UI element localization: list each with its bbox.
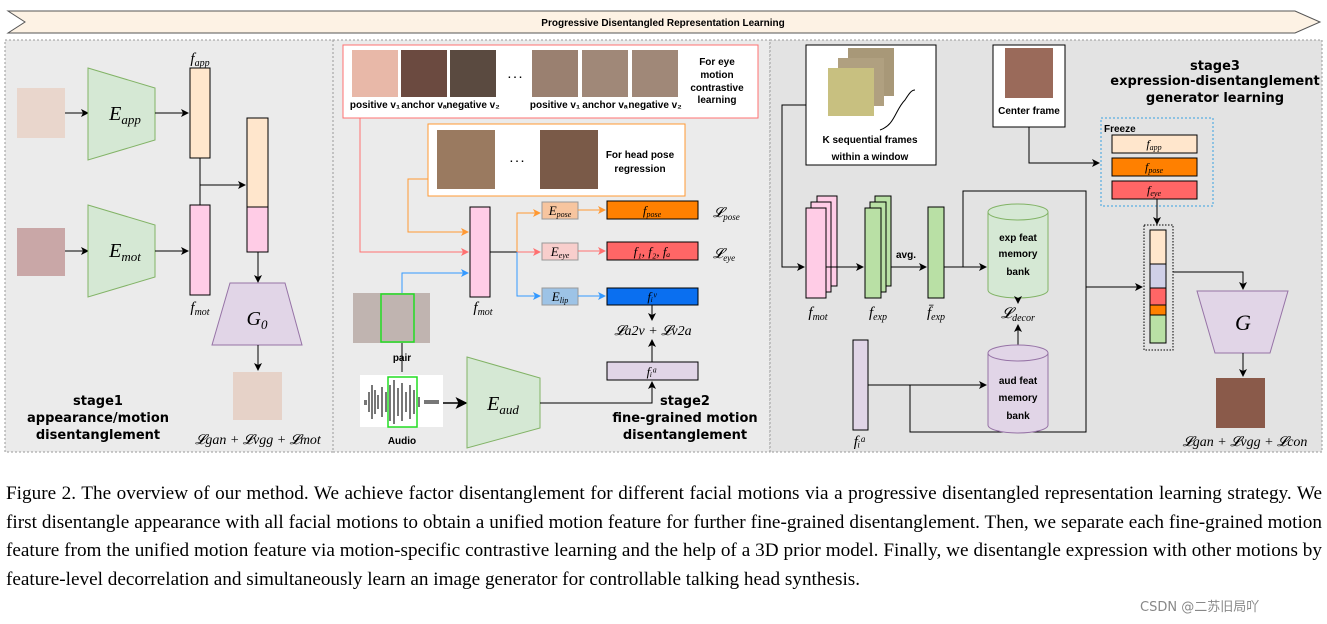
center-frame-face — [1005, 48, 1053, 98]
label-negative: negative v₂ — [628, 100, 681, 111]
label-positive: positive v₁ — [530, 100, 580, 111]
concat-eye — [1149, 287, 1167, 306]
face-negative-2 — [632, 50, 678, 97]
stage3-f-ia-label: fᵢᵃ — [854, 434, 867, 450]
f-ia-label: fᵢᵃ — [647, 364, 658, 379]
figure-caption: Figure 2. The overview of our method. We… — [6, 483, 1322, 590]
k-frames-text-2: within a window — [831, 152, 909, 163]
eye-text-3: contrastive — [690, 83, 744, 94]
avg-label: avg. — [896, 250, 916, 261]
stage1-loss: 𝓛gan + 𝓛vgg + 𝓛mot — [195, 433, 322, 448]
f-app-feature — [189, 67, 211, 159]
f-mot-feature — [189, 204, 211, 296]
pair-label: pair — [393, 353, 411, 364]
concat-feature-motion — [246, 206, 269, 253]
input-face-appearance — [17, 88, 65, 138]
output-face-stage3 — [1216, 378, 1265, 428]
method-diagram: Progressive Disentangled Representation … — [4, 10, 1323, 453]
concat-pose — [1149, 304, 1167, 316]
stage1-title-3: disentanglement — [36, 428, 160, 443]
stage3-loss: 𝓛gan + 𝓛vgg + 𝓛con — [1183, 435, 1308, 450]
ellipsis: . . . — [508, 70, 522, 81]
k-frames-text-1: K sequential frames — [822, 135, 917, 146]
eye-text-2: motion — [700, 70, 733, 81]
sync-loss: 𝓛a2v + 𝓛v2a — [614, 324, 691, 339]
face-negative-1 — [450, 50, 496, 97]
label-anchor: anchor vₐ — [401, 100, 447, 111]
f-exp-avg — [927, 206, 945, 299]
aud-bank-text-3: bank — [1006, 411, 1030, 422]
center-frame-label: Center frame — [998, 106, 1060, 117]
eye-text-1: For eye — [699, 57, 735, 68]
stage3-title-1: stage3 — [1190, 59, 1240, 74]
face-pose-1 — [437, 130, 495, 189]
face-positive-1 — [352, 50, 398, 97]
watermark: CSDN @二苏旧局吖 — [1140, 600, 1260, 615]
face-anchor-2 — [582, 50, 628, 97]
exp-bank-text-2: memory — [999, 249, 1038, 260]
label-anchor: anchor vₐ — [582, 100, 628, 111]
stage1-title-1: stage1 — [73, 394, 123, 409]
pose-text-2: regression — [614, 164, 665, 175]
audio-label: Audio — [388, 436, 416, 447]
label-positive: positive v₁ — [350, 100, 400, 111]
aud-bank-text-2: memory — [999, 393, 1038, 404]
concat-feature — [246, 117, 269, 208]
input-face-motion — [17, 228, 65, 276]
concat-aud — [1149, 263, 1167, 289]
stage1-title-2: appearance/motion — [27, 411, 169, 426]
ellipsis: . . . — [510, 154, 524, 165]
stage2-title-2: fine-grained motion — [612, 411, 757, 426]
stage2-title-3: disentanglement — [623, 428, 747, 443]
banner-title: Progressive Disentangled Representation … — [541, 18, 784, 29]
concat-exp — [1149, 314, 1167, 344]
f-exp-stack-1 — [864, 207, 882, 299]
stage2-title-1: stage2 — [660, 394, 710, 409]
face-pose-2 — [540, 130, 598, 189]
g-label: G — [1235, 310, 1251, 335]
stage3-f-ia — [852, 339, 869, 431]
exp-bank-text-3: bank — [1006, 267, 1030, 278]
f-eye-label: f₁, f₂, fₐ — [634, 244, 671, 259]
freeze-label: Freeze — [1104, 124, 1136, 135]
exp-bank-text-1: exp feat — [999, 233, 1037, 244]
aud-bank-text-1: aud feat — [999, 376, 1038, 387]
pose-text-1: For head pose — [606, 150, 675, 161]
video-frame-strip — [353, 293, 430, 343]
label-negative: negative v₂ — [446, 100, 499, 111]
stage3-title-3: generator learning — [1146, 91, 1284, 106]
stage3-title-2: expression-disentanglement — [1110, 74, 1319, 89]
face-positive-2 — [532, 50, 578, 97]
face-anchor-1 — [401, 50, 447, 97]
frame-1 — [828, 68, 874, 116]
eye-text-4: learning — [698, 95, 737, 106]
stage2-f-mot — [469, 206, 491, 298]
concat-app — [1149, 229, 1167, 265]
output-face-stage1 — [233, 372, 282, 420]
f-mot-stack-1 — [805, 207, 827, 299]
f-iv-label: fᵢᵛ — [647, 289, 657, 304]
